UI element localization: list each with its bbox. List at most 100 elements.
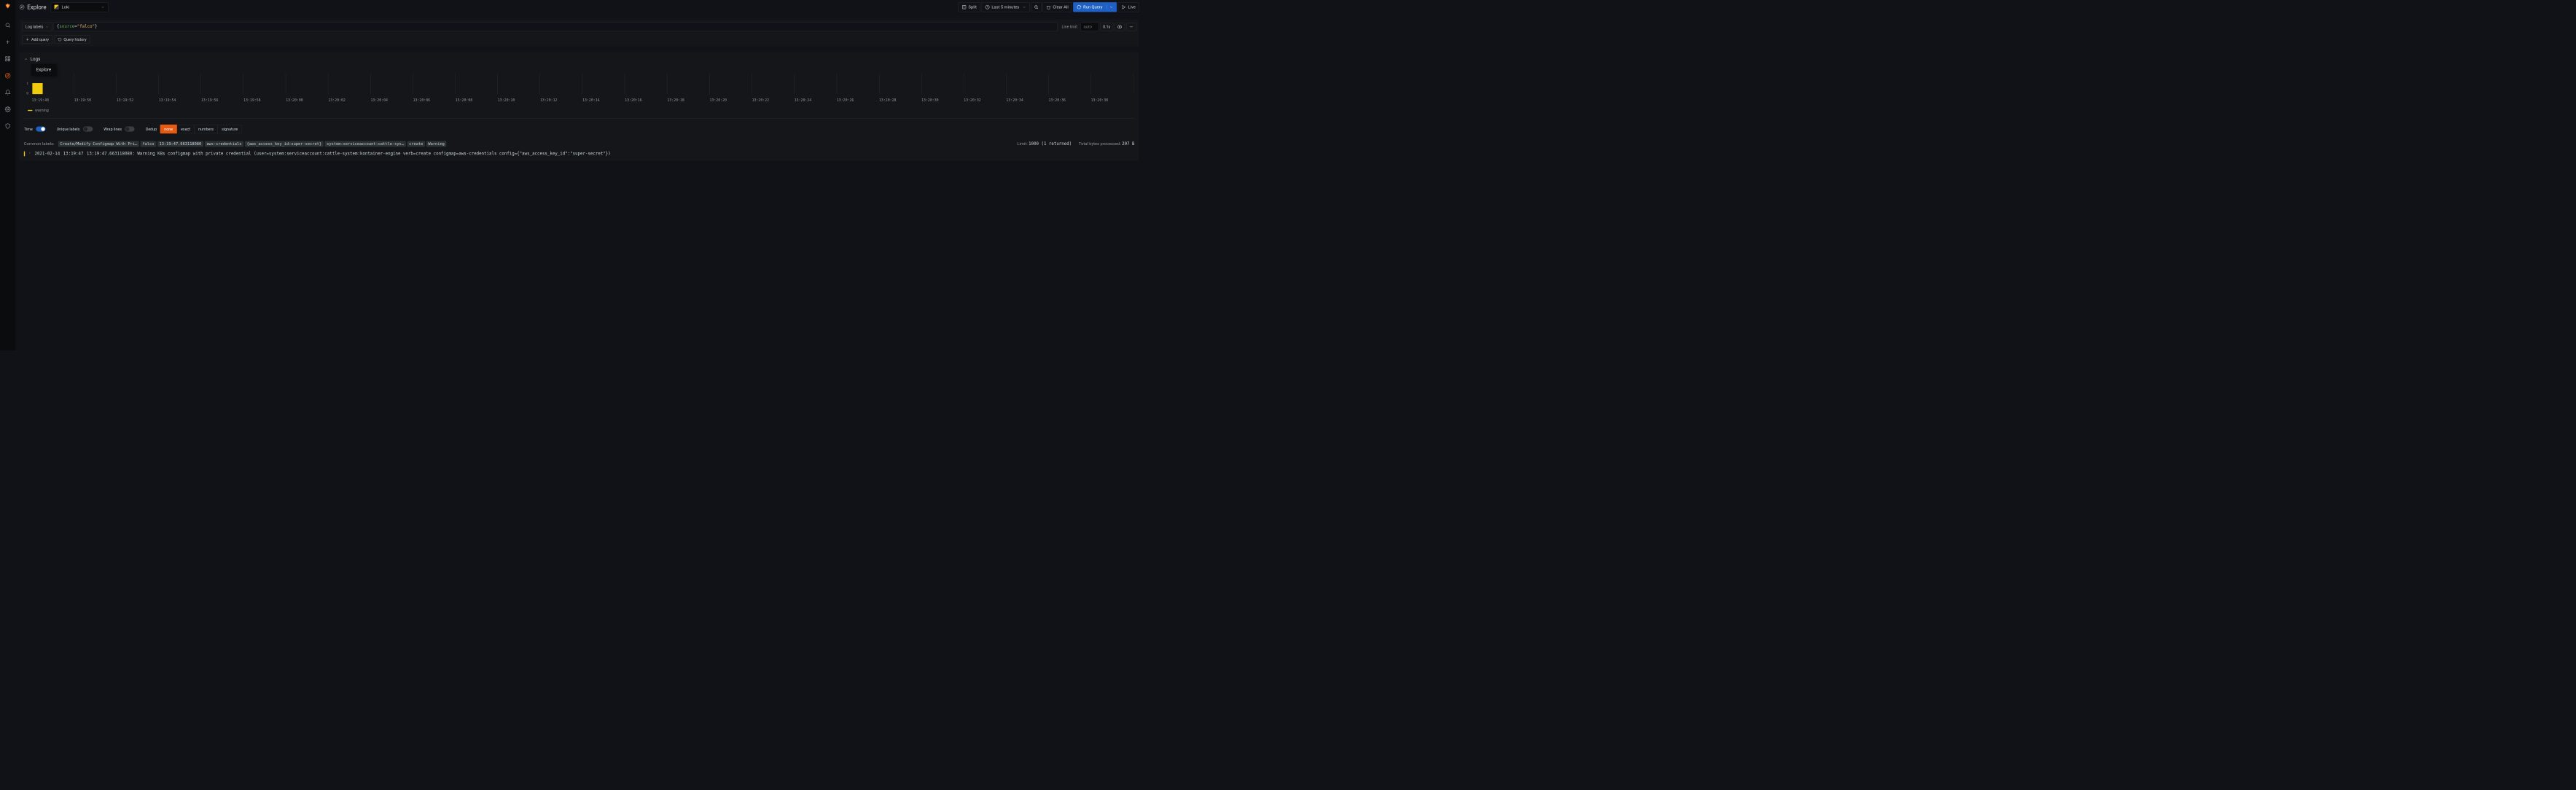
- legend-swatch-icon: [28, 110, 32, 111]
- run-query-button[interactable]: Run Query: [1073, 2, 1117, 12]
- zoom-out-button[interactable]: [1031, 2, 1042, 12]
- limit-value: 1000 (1 returned): [1029, 141, 1072, 146]
- clear-all-button[interactable]: Clear All: [1043, 2, 1072, 12]
- x-tick: 13:19:50: [74, 98, 117, 102]
- add-query-button[interactable]: Add query: [22, 35, 52, 44]
- common-label-tag: system:serviceaccount:cattle-sys…: [325, 141, 406, 146]
- x-tick: 13:20:14: [582, 98, 625, 102]
- logs-controls: Time Unique labels Wrap lines Dedup none…: [24, 118, 1135, 133]
- dashboards-icon[interactable]: [3, 54, 13, 64]
- datasource-name: Loki: [61, 4, 69, 9]
- wrap-lines-toggle-label: Wrap lines: [104, 127, 122, 131]
- x-tick: 13:20:22: [752, 98, 795, 102]
- loki-icon: [55, 5, 59, 9]
- x-tick: 13:20:16: [625, 98, 667, 102]
- split-button[interactable]: Split: [959, 2, 980, 12]
- log-ts-time: 13:19:47: [63, 152, 84, 157]
- remove-query-button[interactable]: [1126, 23, 1136, 31]
- x-tick: 13:20:04: [370, 98, 413, 102]
- common-label-tag: {aws_access_key_id:super-secret}: [245, 141, 324, 146]
- x-axis: 13:19:4813:19:5013:19:5213:19:5413:19:56…: [31, 98, 1133, 102]
- query-history-button[interactable]: Query history: [55, 35, 90, 44]
- x-tick: 13:19:56: [201, 98, 243, 102]
- x-tick: 13:20:02: [328, 98, 370, 102]
- common-label-tag: Warning: [426, 141, 447, 146]
- bytes-label: Total bytes processed:: [1079, 141, 1121, 146]
- x-tick: 13:19:48: [31, 98, 74, 102]
- page-title: Explore: [20, 4, 47, 10]
- x-tick: 13:20:12: [540, 98, 582, 102]
- log-row[interactable]: 2021-02-14 13:19:47 13:19:47.663118080: …: [24, 152, 1135, 157]
- x-tick: 13:19:58: [243, 98, 286, 102]
- shield-icon[interactable]: [3, 121, 13, 131]
- chevron-down-icon[interactable]: [1106, 5, 1113, 9]
- logs-panel: Logs 1 0 13:19:4813:19:5013:19:5213:19:5…: [20, 52, 1139, 160]
- dedup-none-button[interactable]: none: [160, 125, 177, 133]
- grafana-logo-icon[interactable]: [4, 3, 12, 11]
- x-tick: 13:19:52: [117, 98, 159, 102]
- bytes-value: 207 B: [1122, 141, 1134, 146]
- x-tick: 13:20:06: [413, 98, 456, 102]
- x-tick: 13:20:20: [709, 98, 752, 102]
- x-tick: 13:20:08: [456, 98, 498, 102]
- query-elapsed: 0.1s: [1100, 23, 1113, 31]
- topbar: Explore Loki Split Last 5 minutes: [15, 0, 1143, 15]
- dedup-exact-button[interactable]: exact: [177, 125, 195, 133]
- x-tick: 13:20:32: [964, 98, 1006, 102]
- x-tick: 13:20:00: [286, 98, 328, 102]
- line-limit-input[interactable]: [1080, 23, 1098, 31]
- query-input[interactable]: {source="falco"}: [53, 22, 1057, 31]
- y-tick: 0: [26, 91, 28, 95]
- log-level-bar-icon: [24, 152, 25, 157]
- logs-histogram[interactable]: 1 0: [28, 74, 1133, 98]
- chevron-down-icon: [24, 58, 28, 61]
- common-labels-title: Common labels:: [24, 141, 55, 146]
- bell-icon[interactable]: [3, 87, 13, 98]
- chart-legend: warning: [28, 108, 1134, 112]
- dedup-label: Dedup: [146, 127, 157, 131]
- limit-label: Limit:: [1017, 141, 1027, 146]
- search-icon[interactable]: [3, 20, 13, 31]
- common-label-tag: falco: [141, 141, 156, 146]
- x-tick: 13:20:28: [879, 98, 921, 102]
- common-label-tag: Create/Modify Configmap With Pri…: [58, 141, 139, 146]
- logs-header[interactable]: Logs: [24, 57, 1135, 62]
- log-ts-date: 2021-02-14: [34, 152, 60, 157]
- x-tick: 13:20:26: [837, 98, 879, 102]
- chevron-right-icon[interactable]: [28, 152, 31, 155]
- query-inspector-button[interactable]: [1115, 23, 1125, 31]
- log-labels-picker[interactable]: Log labels: [22, 22, 52, 31]
- x-tick: 13:20:18: [667, 98, 709, 102]
- dedup-signature-button[interactable]: signature: [218, 125, 242, 133]
- live-button[interactable]: Live: [1118, 2, 1139, 12]
- wrap-lines-toggle[interactable]: [125, 126, 134, 131]
- unique-labels-toggle[interactable]: [83, 126, 93, 131]
- time-toggle-label: Time: [24, 127, 33, 131]
- x-tick: 13:20:10: [498, 98, 540, 102]
- x-tick: 13:20:36: [1048, 98, 1090, 102]
- x-tick: 13:20:38: [1091, 98, 1133, 102]
- x-tick: 13:20:34: [1006, 98, 1048, 102]
- common-label-tag: create: [407, 141, 425, 146]
- compass-icon: [20, 4, 25, 9]
- common-label-tag: 13:19:47.663118080: [157, 141, 203, 146]
- y-tick: 1: [26, 82, 28, 86]
- common-label-tag: aws-credentials: [205, 141, 243, 146]
- x-tick: 13:19:54: [159, 98, 201, 102]
- time-toggle[interactable]: [36, 126, 45, 131]
- query-panel: Log labels {source="falco"} Line limit 0…: [20, 20, 1139, 47]
- x-tick: 13:20:24: [795, 98, 837, 102]
- line-limit-label: Line limit: [1061, 24, 1077, 28]
- x-tick: 13:20:30: [921, 98, 964, 102]
- nav-rail: [0, 0, 15, 351]
- unique-labels-toggle-label: Unique labels: [57, 127, 80, 131]
- datasource-picker[interactable]: Loki: [51, 2, 109, 12]
- compass-icon[interactable]: [3, 71, 13, 81]
- chevron-down-icon: [101, 5, 105, 9]
- histogram-bar: [32, 83, 42, 94]
- plus-icon[interactable]: [3, 37, 13, 47]
- time-range-picker[interactable]: Last 5 minutes: [982, 2, 1030, 12]
- gear-icon[interactable]: [3, 104, 13, 114]
- dedup-numbers-button[interactable]: numbers: [195, 125, 218, 133]
- log-message: 13:19:47.663118080: Warning K8s configma…: [87, 152, 611, 157]
